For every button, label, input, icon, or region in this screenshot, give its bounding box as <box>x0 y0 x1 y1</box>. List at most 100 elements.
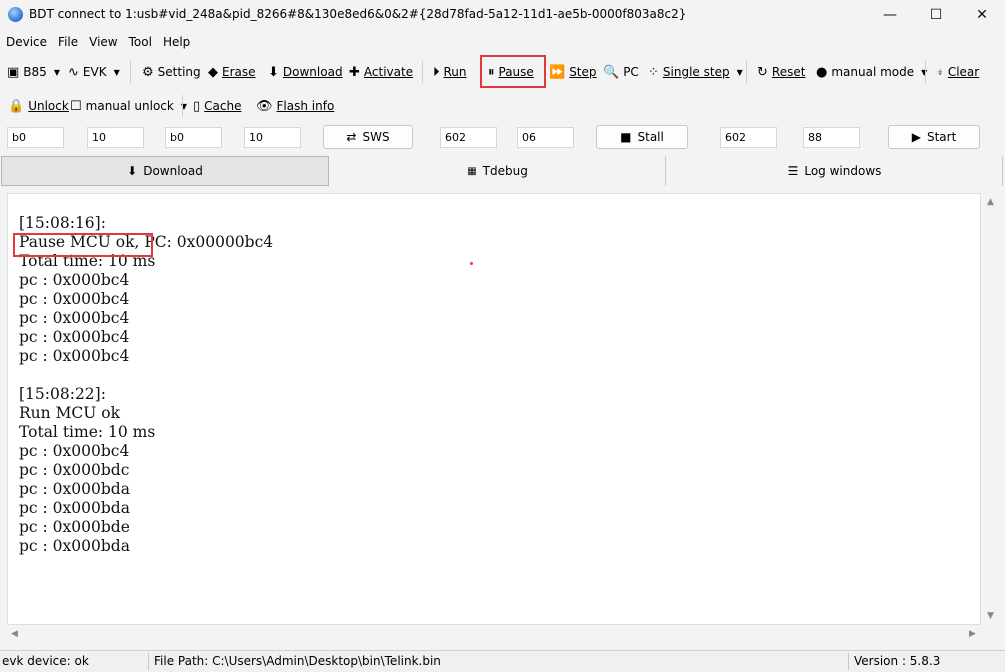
broom-icon: ⍖ <box>936 64 944 80</box>
sync-icon: ⇄ <box>346 130 357 144</box>
horizontal-scrollbar[interactable]: ◀ ▶ <box>7 627 981 643</box>
chevron-down-icon: ▼ <box>113 67 120 77</box>
manual-mode-label: manual mode <box>831 65 915 79</box>
menu-help[interactable]: Help <box>157 32 195 52</box>
cache-button[interactable]: ▯ Cache <box>193 91 241 121</box>
stop-icon: ■ <box>620 130 632 144</box>
chip-label: B85 <box>23 65 47 79</box>
run-icon: ⏵ <box>433 64 440 80</box>
tab-tdebug-label: Tdebug <box>482 164 528 178</box>
reset-button[interactable]: ↻ Reset <box>757 57 805 87</box>
status-divider <box>848 653 849 670</box>
start-button[interactable]: ▶ Start <box>888 125 980 149</box>
step-button[interactable]: ⏩ Step <box>549 57 597 87</box>
manual-unlock-select[interactable]: ☐ manual unlock ▼ <box>70 91 187 121</box>
list-icon: ☰ <box>787 164 799 178</box>
pause-highlight-box <box>480 55 546 88</box>
sws-label: SWS <box>362 130 390 144</box>
register-value-field-1[interactable]: 06 <box>517 127 574 148</box>
download-label: Download <box>282 65 343 79</box>
chevron-down-icon: ▼ <box>736 67 743 77</box>
clear-button[interactable]: ⍖ Clear <box>936 57 979 87</box>
log-line: pc : 0x000bda <box>19 480 130 498</box>
manual-mode-select[interactable]: ● manual mode ▼ <box>816 57 927 87</box>
square-icon: ☐ <box>70 98 82 114</box>
vertical-scrollbar[interactable]: ▲ ▼ <box>983 193 999 625</box>
stall-button[interactable]: ■ Stall <box>596 125 688 149</box>
single-step-select[interactable]: ⁘ Single step ▼ <box>648 57 743 87</box>
register-field-2[interactable]: 602 <box>720 127 777 148</box>
toolbar-divider <box>130 61 131 83</box>
chevron-down-icon: ▼ <box>53 67 60 77</box>
file-path: File Path: C:\Users\Admin\Desktop\bin\Te… <box>154 654 441 668</box>
search-icon: 🔍 <box>603 64 620 80</box>
start-label: Start <box>926 130 957 144</box>
activate-label: Activate <box>363 65 414 79</box>
play-icon: ▶ <box>911 130 921 144</box>
log-line-pc: PC: 0x00000bc4 <box>139 233 274 251</box>
log-output[interactable]: [15:08:16]: Pause MCU ok, PC: 0x00000bc4… <box>7 193 981 625</box>
cursor-dot <box>470 262 473 265</box>
eye-icon: 👁 <box>256 98 273 114</box>
log-line: Total time: 10 ms <box>19 423 156 441</box>
unlock-label: Unlock <box>28 99 69 113</box>
tab-log-windows-label: Log windows <box>804 164 882 178</box>
status-bar: evk device: ok File Path: C:\Users\Admin… <box>0 650 1005 672</box>
log-line: pc : 0x000bc4 <box>19 271 130 289</box>
single-step-label: Single step <box>662 65 730 79</box>
log-line: [15:08:16]: <box>19 214 106 232</box>
sws-button[interactable]: ⇄ SWS <box>323 125 413 149</box>
scroll-left-icon[interactable]: ◀ <box>11 629 18 639</box>
log-line: pc : 0x000bda <box>19 499 130 517</box>
pc-button[interactable]: 🔍 PC <box>603 57 639 87</box>
plus-icon: ✚ <box>349 64 360 80</box>
value-field-2[interactable]: 10 <box>244 127 301 148</box>
value-field-1[interactable]: 10 <box>87 127 144 148</box>
address-field-2[interactable]: b0 <box>165 127 222 148</box>
menu-tool[interactable]: Tool <box>123 32 157 52</box>
tab-download[interactable]: ⬇ Download <box>1 156 329 186</box>
refresh-icon: ↻ <box>757 64 768 80</box>
toolbar-divider <box>422 61 423 83</box>
scroll-up-icon[interactable]: ▲ <box>987 197 994 207</box>
clear-label: Clear <box>947 65 980 79</box>
activate-button[interactable]: ✚ Activate <box>349 57 413 87</box>
unlock-button[interactable]: 🔒 Unlock <box>8 91 69 121</box>
erase-label: Erase <box>222 65 256 79</box>
menu-file[interactable]: File <box>52 32 83 52</box>
tab-tdebug[interactable]: ▦ Tdebug <box>330 156 666 186</box>
menu-view[interactable]: View <box>83 32 122 52</box>
erase-button[interactable]: ◆ Erase <box>208 57 256 87</box>
scroll-right-icon[interactable]: ▶ <box>969 629 976 639</box>
run-button[interactable]: ⏵ Run <box>433 57 467 87</box>
step-label: Step <box>569 65 597 79</box>
log-line: pc : 0x000bde <box>19 518 130 536</box>
wave-icon: ∿ <box>68 64 79 80</box>
evk-label: EVK <box>82 65 107 79</box>
download-icon: ⬇ <box>127 164 138 178</box>
maximize-button[interactable]: ☐ <box>913 0 959 30</box>
stall-label: Stall <box>637 130 664 144</box>
log-line: pc : 0x000bdc <box>19 461 130 479</box>
flash-info-button[interactable]: 👁 Flash info <box>256 91 334 121</box>
sd-card-icon: ▯ <box>193 98 201 114</box>
pause-ok-highlight-box <box>13 233 153 257</box>
evk-select[interactable]: ∿ EVK ▼ <box>68 57 120 87</box>
register-field-1[interactable]: 602 <box>440 127 497 148</box>
log-line: pc : 0x000bc4 <box>19 290 130 308</box>
close-button[interactable]: ✕ <box>959 0 1005 30</box>
chip-select[interactable]: ▣ B85 ▼ <box>7 57 60 87</box>
scroll-down-icon[interactable]: ▼ <box>987 611 994 621</box>
tab-log-windows[interactable]: ☰ Log windows <box>667 156 1003 186</box>
secondary-toolbar: 🔒 Unlock ☐ manual unlock ▼ ▯ Cache 👁 Fla… <box>0 91 1005 121</box>
menu-device[interactable]: Device <box>0 32 52 52</box>
lock-icon: 🔒 <box>8 98 25 114</box>
address-field-1[interactable]: b0 <box>7 127 64 148</box>
log-text: [15:08:16]: Pause MCU ok, PC: 0x00000bc4… <box>19 214 273 556</box>
log-line: [15:08:22]: <box>19 385 106 403</box>
register-value-field-2[interactable]: 88 <box>803 127 860 148</box>
minimize-button[interactable]: — <box>867 0 913 30</box>
title-bar: BDT connect to 1:usb#vid_248a&pid_8266#8… <box>0 0 1005 30</box>
setting-button[interactable]: ⚙ Setting <box>142 57 201 87</box>
download-button[interactable]: ⬇ Download <box>268 57 343 87</box>
